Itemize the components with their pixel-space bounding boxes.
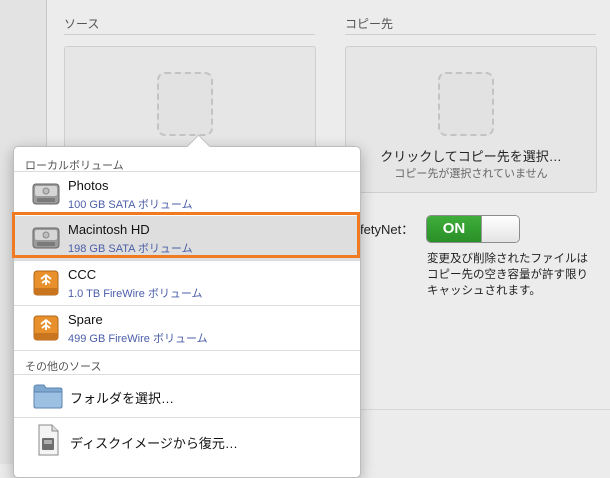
volume-detail: 198 GB SATA ボリューム (68, 243, 193, 255)
choose-folder-item[interactable]: フォルダを選択… (14, 378, 360, 414)
disk-image-icon (38, 424, 59, 456)
other-sources-header: その他のソース (25, 361, 102, 373)
internal-disk-icon (32, 183, 60, 205)
destination-drop-area[interactable]: クリックしてコピー先を選択… コピー先が選択されていません (345, 46, 597, 193)
source-placeholder-icon (157, 72, 213, 136)
popup-separator (14, 374, 360, 375)
volume-detail: 499 GB FireWire ボリューム (68, 333, 208, 345)
restore-disk-image-label: ディスクイメージから復元… (70, 436, 238, 451)
source-divider (64, 34, 315, 35)
popup-separator (14, 417, 360, 418)
internal-disk-icon (32, 227, 60, 249)
choose-folder-label: フォルダを選択… (70, 391, 175, 406)
firewire-disk-icon (33, 270, 59, 296)
description-line: コピー先の空き容量が許す限り (427, 269, 588, 281)
source-label: ソース (64, 17, 100, 31)
popup-separator (14, 350, 360, 351)
volume-detail: 100 GB SATA ボリューム (68, 199, 193, 211)
safetynet-label: fetyNet： (360, 222, 415, 237)
volume-name: Spare (68, 312, 103, 327)
volume-name: Photos (68, 178, 109, 193)
volume-name: Macintosh HD (68, 222, 150, 237)
toggle-on-label: ON (427, 216, 481, 242)
safetynet-description: 変更及び削除されたファイルは コピー先の空き容量が許す限り キャッシュされます。 (427, 251, 607, 299)
footer-divider (360, 409, 610, 410)
description-line: 変更及び削除されたファイルは (427, 253, 588, 265)
volume-item-spare[interactable]: Spare 499 GB FireWire ボリューム (14, 306, 360, 350)
destination-divider (345, 34, 596, 35)
safetynet-toggle[interactable]: ON (426, 215, 520, 243)
restore-disk-image-item[interactable]: ディスクイメージから復元… (14, 423, 360, 459)
firewire-disk-icon (33, 315, 59, 341)
folder-icon (33, 384, 63, 409)
volume-item-macintosh-hd[interactable]: Macintosh HD 198 GB SATA ボリューム (14, 216, 360, 260)
volume-item-photos[interactable]: Photos 100 GB SATA ボリューム (14, 172, 360, 216)
source-popup-menu: ローカルボリューム Photos 100 GB SATA ボリューム Macin… (13, 134, 361, 478)
toggle-knob (481, 216, 519, 242)
description-line: キャッシュされます。 (427, 285, 541, 297)
destination-label: コピー先 (345, 17, 394, 31)
destination-title: クリックしてコピー先を選択… (380, 149, 562, 164)
volume-detail: 1.0 TB FireWire ボリューム (68, 288, 203, 300)
destination-subtitle: コピー先が選択されていません (394, 168, 548, 180)
volume-name: CCC (68, 267, 97, 282)
destination-placeholder-icon (438, 72, 494, 136)
volume-item-ccc[interactable]: CCC 1.0 TB FireWire ボリューム (14, 261, 360, 305)
